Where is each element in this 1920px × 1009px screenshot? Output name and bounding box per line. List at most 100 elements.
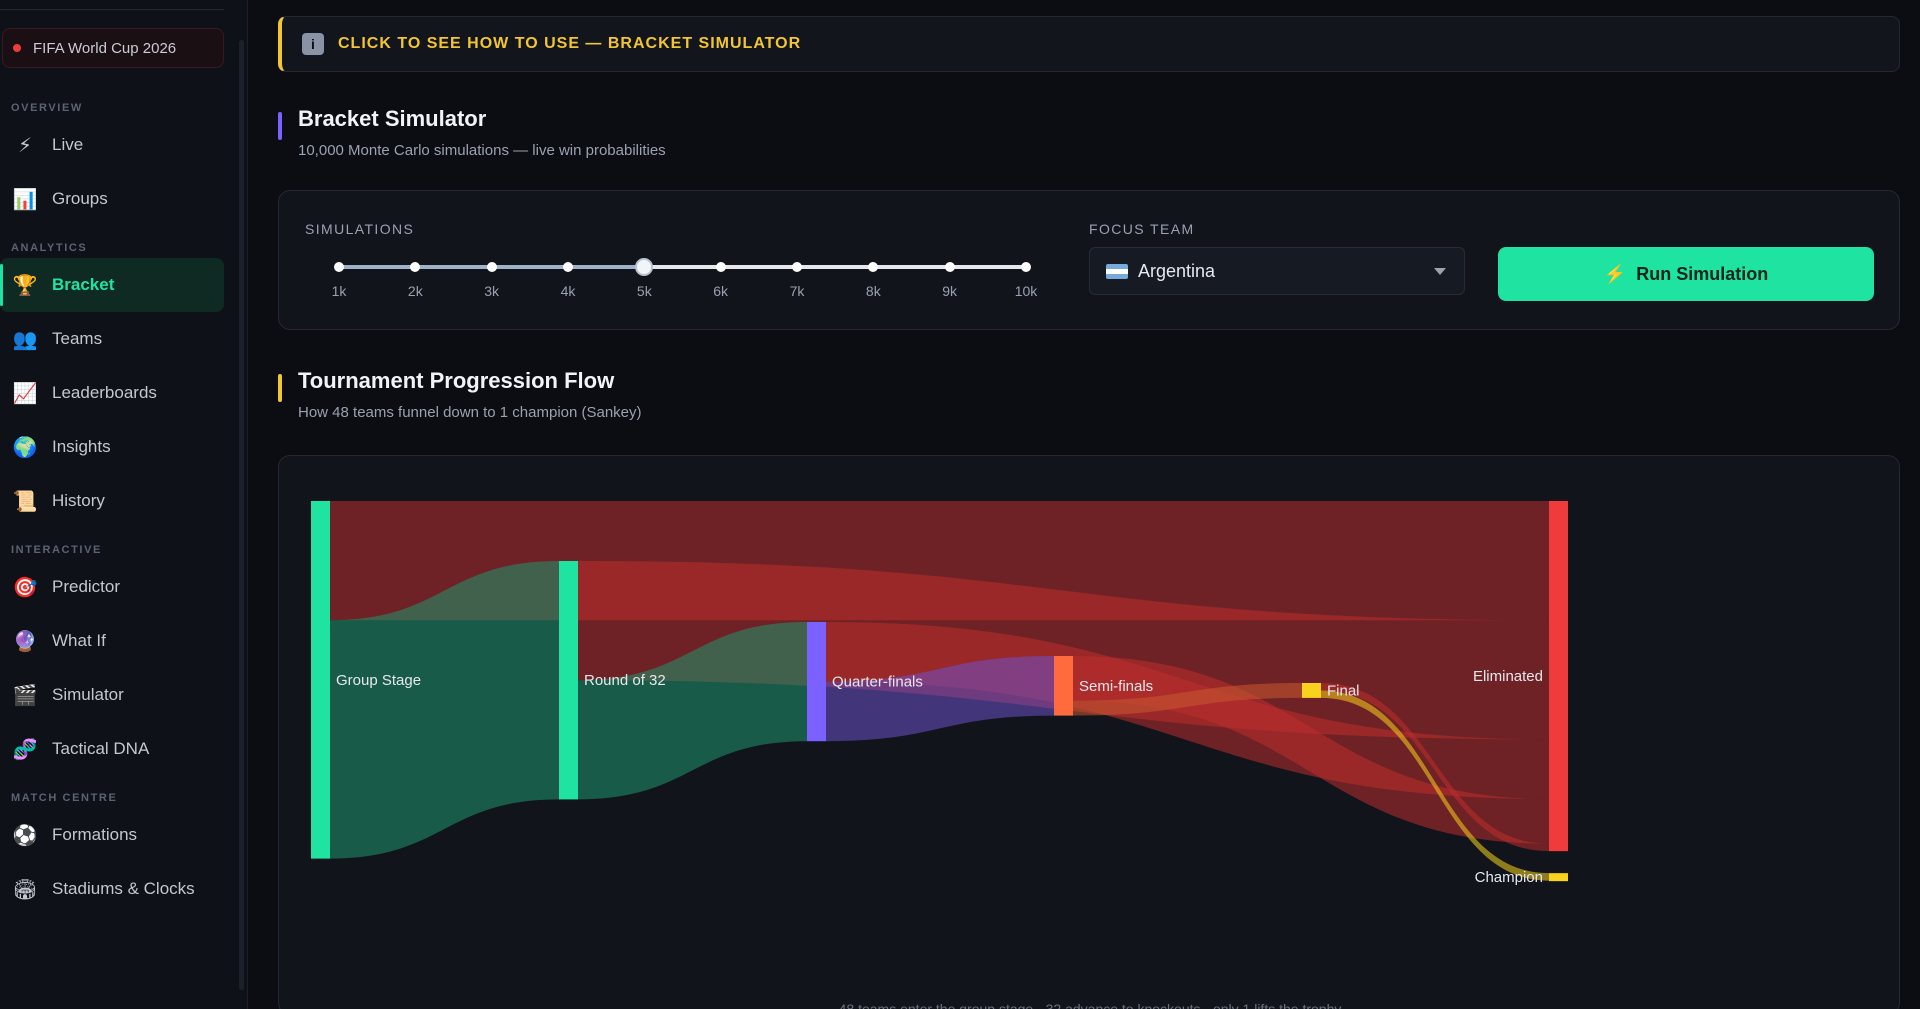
sankey-node-label: Eliminated [1473, 668, 1543, 685]
sidebar-item-predictor[interactable]: 🎯 Predictor [0, 560, 224, 614]
sankey-node[interactable] [807, 622, 826, 742]
sankey-node-label: Round of 32 [584, 672, 666, 689]
slider-tick[interactable] [792, 262, 802, 272]
scroll-icon: 📜 [12, 490, 38, 513]
slider-tick[interactable] [715, 262, 726, 272]
slider-tick[interactable] [868, 262, 879, 272]
target-icon: 🎯 [12, 576, 38, 599]
focus-team-select[interactable]: Argentina [1089, 247, 1465, 295]
sankey-node[interactable] [559, 561, 578, 800]
sidebar-nav: OVERVIEW ⚡ Live 📊 Groups ANALYTICS 🏆 Bracket 👥 Te… [0, 92, 247, 916]
sankey-node[interactable] [1302, 683, 1321, 698]
nav-section-label: OVERVIEW [11, 102, 83, 114]
focus-team-label: FOCUS TEAM [1089, 221, 1195, 237]
flow-subtitle: How 48 teams funnel down to 1 champion (… [298, 404, 642, 421]
sidebar-item-label: History [52, 491, 105, 510]
sidebar-item-live[interactable]: ⚡ Live [0, 118, 224, 172]
sankey-node[interactable] [1054, 656, 1073, 716]
nav-section-label: ANALYTICS [11, 242, 88, 254]
sankey-node-label: Champion [1475, 869, 1543, 886]
clapper-icon: 🎬 [12, 684, 38, 707]
sidebar: FIFA World Cup 2026 OVERVIEW ⚡ Live 📊 Groups… [0, 0, 248, 1009]
sankey-node[interactable] [311, 501, 330, 859]
slider-tick[interactable] [563, 262, 573, 272]
flow-header: Tournament Progression Flow How 48 teams… [278, 368, 642, 421]
sidebar-item-leaderboards[interactable]: 📈 Leaderboards [0, 366, 224, 420]
sidebar-item-label: Groups [52, 189, 108, 208]
sidebar-item-tactical-dna[interactable]: 🧬 Tactical DNA [0, 722, 224, 776]
run-simulation-button[interactable]: ⚡ Run Simulation [1498, 247, 1874, 301]
slider-tick-label: 2k [407, 283, 423, 299]
live-dot-icon [13, 44, 21, 52]
sidebar-item-groups[interactable]: 📊 Groups [0, 172, 224, 226]
sidebar-item-what-if[interactable]: 🔮 What If [0, 614, 224, 668]
sankey-node-label: Quarter-finals [832, 674, 923, 691]
bracket-header: Bracket Simulator 10,000 Monte Carlo sim… [278, 106, 666, 159]
sidebar-item-formations[interactable]: ⚽ Formations [0, 808, 224, 862]
simulation-controls: SIMULATIONS 1k 2k 3k 4k 5k 6k 7k 8k 9k 10k FOCUS … [278, 190, 1900, 330]
sidebar-item-label: Teams [52, 329, 103, 348]
flow-title: Tournament Progression Flow [298, 368, 615, 393]
main-content: i CLICK TO SEE HOW TO USE — BRACKET SIMU… [248, 0, 1920, 1009]
page-title: Bracket Simulator [298, 106, 487, 131]
slider-tick[interactable] [1021, 262, 1031, 272]
section-accent-bar [278, 374, 282, 402]
sidebar-item-label: Bracket [52, 275, 115, 294]
sidebar-item-label: Live [52, 135, 84, 154]
sidebar-item-label: Simulator [52, 685, 124, 704]
slider-tick-label: 6k [713, 283, 729, 299]
sankey-node-label: Semi-finals [1079, 678, 1153, 695]
sidebar-item-teams[interactable]: 👥 Teams [0, 312, 224, 366]
focus-team-value: Argentina [1138, 260, 1216, 281]
argentina-flag-icon [1106, 263, 1128, 279]
slider-tick[interactable] [944, 262, 955, 272]
sankey-node[interactable] [1549, 501, 1568, 852]
sidebar-item-label: Tactical DNA [52, 739, 150, 758]
sidebar-item-label: Leaderboards [52, 383, 157, 402]
trophy-icon: 🏆 [12, 274, 38, 297]
run-simulation-label: Run Simulation [1636, 263, 1769, 284]
bar-chart-icon: 📊 [12, 188, 38, 211]
slider-tick-label: 9k [942, 283, 958, 299]
stadium-icon: 🏟 [12, 878, 38, 901]
slider-tick-label: 4k [560, 283, 576, 299]
slider-tick[interactable] [410, 262, 421, 272]
page-subtitle: 10,000 Monte Carlo simulations — live wi… [298, 142, 666, 159]
people-icon: 👥 [12, 328, 38, 351]
info-icon: i [302, 33, 324, 55]
sankey-node-label: Group Stage [336, 672, 421, 689]
sidebar-item-insights[interactable]: 🌍 Insights [0, 420, 224, 474]
chevron-down-icon [1434, 268, 1446, 275]
sidebar-item-simulator[interactable]: 🎬 Simulator [0, 668, 224, 722]
sidebar-item-label: Stadiums & Clocks [52, 879, 195, 898]
simulations-label: SIMULATIONS [305, 221, 415, 237]
sidebar-item-stadiums-clocks[interactable]: 🏟 Stadiums & Clocks [0, 862, 224, 916]
sidebar-item-history[interactable]: 📜 History [0, 474, 224, 528]
lightning-icon: ⚡ [1603, 263, 1627, 284]
tournament-name: FIFA World Cup 2026 [33, 39, 177, 57]
slider-thumb[interactable] [635, 258, 654, 276]
sidebar-item-bracket[interactable]: 🏆 Bracket [0, 258, 224, 312]
sankey-node[interactable] [1549, 873, 1568, 882]
soccer-ball-icon: ⚽ [12, 824, 38, 847]
sidebar-item-label: Insights [52, 437, 111, 456]
trend-chart-icon: 📈 [12, 382, 38, 405]
crystal-ball-icon: 🔮 [12, 630, 38, 653]
sidebar-scrollbar[interactable] [239, 40, 244, 990]
simulations-slider[interactable]: 1k 2k 3k 4k 5k 6k 7k 8k 9k 10k [332, 255, 1037, 299]
sidebar-item-label: What If [52, 631, 106, 650]
sidebar-item-label: Predictor [52, 577, 121, 596]
nav-section-label: MATCH CENTRE [11, 792, 118, 804]
slider-tick-label: 8k [865, 283, 881, 299]
section-accent-bar [278, 112, 282, 140]
how-to-banner[interactable]: i CLICK TO SEE HOW TO USE — BRACKET SIMU… [278, 16, 1900, 72]
slider-tick[interactable] [334, 262, 344, 272]
sidebar-divider [0, 9, 224, 10]
banner-text: CLICK TO SEE HOW TO USE — BRACKET SIMULA… [338, 35, 802, 52]
globe-icon: 🌍 [12, 436, 38, 459]
slider-tick-label: 7k [789, 283, 805, 299]
tournament-badge[interactable]: FIFA World Cup 2026 [2, 28, 224, 68]
sankey-footnote: 48 teams enter the group stage · 32 adva… [838, 1001, 1342, 1009]
slider-tick[interactable] [486, 262, 497, 272]
sankey-chart: Group Stage Round of 32 Quarter-finals Semi… [311, 501, 1568, 886]
